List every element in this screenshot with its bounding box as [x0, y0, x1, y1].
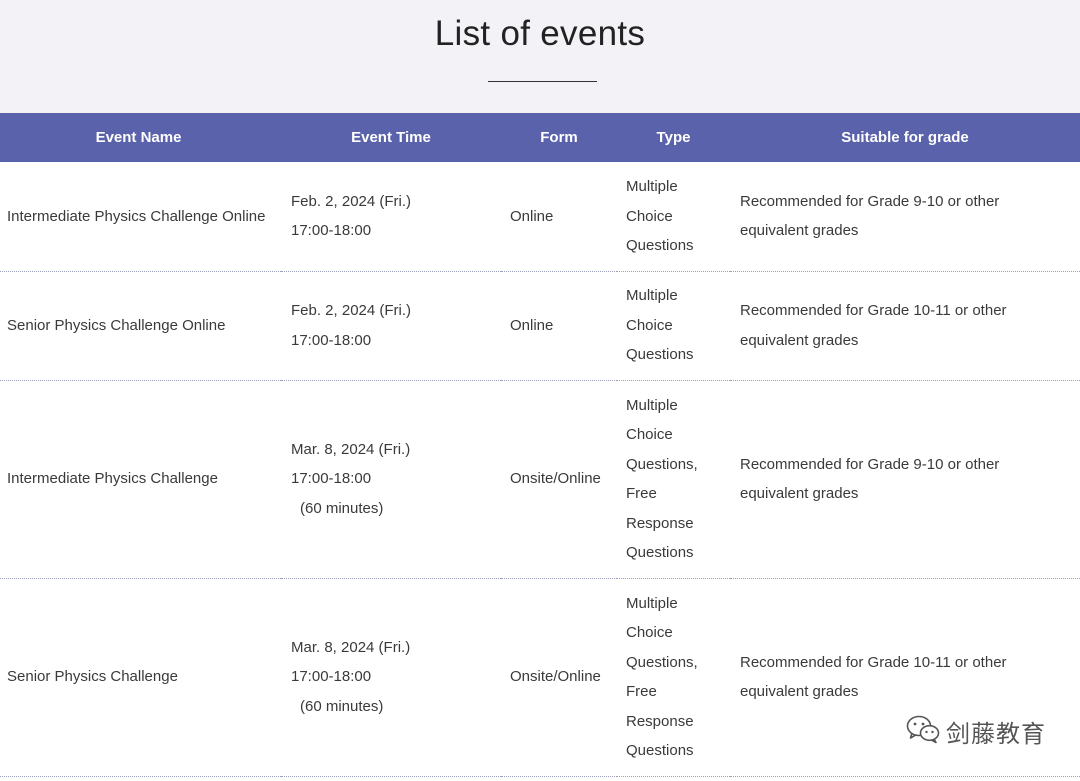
event-grade-cell: Recommended for Grade 9-10 or other equi…: [740, 455, 1000, 503]
watermark: 剑藤教育: [906, 714, 1046, 749]
event-time-cell: Feb. 2, 2024 (Fri.) 17:00-18:00: [281, 162, 501, 271]
event-time-cell: Mar. 8, 2024 (Fri.) 17:00-18:00 (60 minu…: [281, 578, 501, 776]
column-header-form: Form: [540, 129, 578, 146]
event-form-cell: Onsite/Online: [510, 668, 601, 686]
event-date: Feb. 2, 2024 (Fri.): [291, 302, 412, 319]
event-name-cell: Senior Physics Challenge: [7, 668, 178, 686]
event-duration: (60 minutes): [300, 697, 384, 715]
event-date: Feb. 2, 2024 (Fri.): [291, 192, 412, 210]
event-duration: (60 minutes): [300, 499, 384, 517]
event-grade-cell: Recommended for Grade 9-10 or other equi…: [740, 192, 1000, 240]
event-date: Mar. 8, 2024 (Fri.): [291, 440, 411, 458]
event-type-cell: Multiple Choice Questions: [626, 287, 694, 364]
table-row: Intermediate Physics Challenge Online Fe…: [0, 162, 1080, 271]
column-header-event-time: Event Time: [351, 129, 431, 146]
event-type-cell: Multiple Choice Questions, Free Response…: [626, 396, 698, 562]
event-name-cell: Senior Physics Challenge Online: [7, 316, 226, 334]
event-date: Mar. 8, 2024 (Fri.): [291, 638, 411, 656]
title-underline: [488, 81, 597, 82]
table-row: Intermediate Physics Challenge Mar. 8, 2…: [0, 380, 1080, 578]
page-title: List of events: [434, 14, 646, 53]
event-type-cell: Multiple Choice Questions: [626, 178, 694, 254]
event-type-cell: Multiple Choice Questions, Free Response…: [626, 594, 698, 760]
event-form-cell: Online: [510, 316, 554, 334]
event-hours: 17:00-18:00: [291, 668, 372, 686]
events-table: Event Name Event Time Form Type Suitable…: [0, 113, 1080, 777]
event-time-cell: Mar. 8, 2024 (Fri.) 17:00-18:00 (60 minu…: [281, 380, 501, 578]
watermark-text: 剑藤教育: [946, 720, 1046, 748]
event-form-cell: Online: [510, 207, 554, 225]
title-band: List of events: [0, 0, 1080, 113]
column-header-grade: Suitable for grade: [841, 129, 969, 146]
wechat-icon: [906, 714, 940, 749]
event-form-cell: Onsite/Online: [510, 470, 601, 488]
event-name-cell: Intermediate Physics Challenge Online: [7, 207, 266, 225]
event-grade-cell: Recommended for Grade 10-11 or other equ…: [740, 302, 1007, 349]
column-header-type: Type: [656, 129, 691, 146]
event-hours: 17:00-18:00: [291, 331, 372, 349]
event-hours: 17:00-18:00: [291, 470, 372, 488]
event-name-cell: Intermediate Physics Challenge: [7, 470, 218, 488]
table-header-row: Event Name Event Time Form Type Suitable…: [0, 113, 1080, 162]
event-hours: 17:00-18:00: [291, 222, 372, 240]
column-header-event-name: Event Name: [95, 129, 182, 146]
event-time-cell: Feb. 2, 2024 (Fri.) 17:00-18:00: [281, 271, 501, 380]
table-row: Senior Physics Challenge Online Feb. 2, …: [0, 271, 1080, 380]
